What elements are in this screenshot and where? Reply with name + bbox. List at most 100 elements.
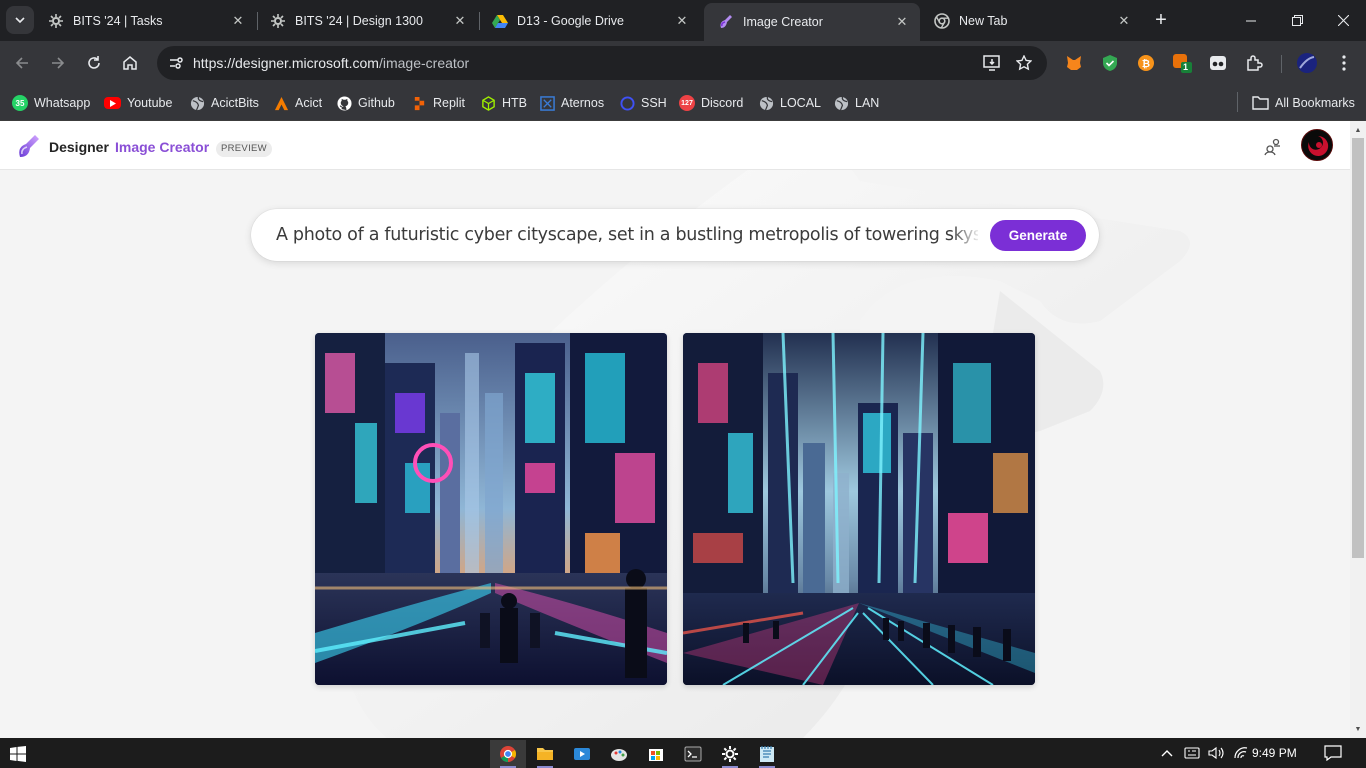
cyber-city-image-1 [315,333,667,685]
bitcoin-icon[interactable]: ₿ [1134,51,1158,75]
home-button[interactable] [116,49,144,77]
tab-google-drive[interactable]: D13 - Google Drive ✕ [478,5,700,36]
generate-button[interactable]: Generate [990,220,1086,251]
restore-button[interactable] [1274,0,1320,41]
shield-icon[interactable] [1098,51,1122,75]
generated-image-2[interactable] [683,333,1035,685]
gear-icon [48,13,64,29]
profile-avatar[interactable] [1295,51,1319,75]
bookmark-aternos[interactable]: Aternos [539,92,604,114]
bookmark-label: Github [358,96,395,110]
all-bookmarks-button[interactable]: All Bookmarks [1252,92,1355,114]
share-button[interactable] [1262,136,1284,158]
reader-icon[interactable] [1206,51,1230,75]
install-app-icon[interactable] [979,50,1005,76]
forward-button[interactable] [44,49,72,77]
chrome-icon [934,12,950,29]
chrome-icon [500,746,517,763]
scroll-up-arrow-icon[interactable]: ▲ [1350,122,1366,138]
wifi-icon[interactable] [1232,744,1250,762]
tab-title: Image Creator [743,15,823,29]
bookmark-htb[interactable]: HTB [480,92,527,114]
metamask-icon[interactable] [1062,51,1086,75]
designer-logo-icon[interactable] [16,133,42,159]
arrow-left-icon [15,57,28,69]
bookmark-label: AcictBits [211,96,259,110]
close-window-button[interactable] [1320,0,1366,41]
bookmark-acictbits[interactable]: AcictBits [189,92,259,114]
prompt-input[interactable]: A photo of a futuristic cyber cityscape,… [276,225,978,245]
toolbar-divider [1281,55,1282,73]
close-icon[interactable]: ✕ [894,14,910,30]
paint-palette-icon [611,749,627,761]
new-tab-button[interactable]: + [1150,9,1172,31]
volume-icon[interactable] [1207,744,1225,762]
taskbar-store[interactable] [638,740,674,768]
terminal-icon [684,746,702,762]
bookmark-youtube[interactable]: Youtube [104,92,172,114]
close-icon [1337,15,1349,26]
back-button[interactable] [8,49,36,77]
bookmark-star-icon[interactable] [1011,50,1037,76]
start-button[interactable] [0,740,36,768]
minimize-button[interactable] [1228,0,1274,41]
close-icon[interactable]: ✕ [1116,13,1132,29]
input-language-icon[interactable] [1183,744,1201,762]
designer-brand[interactable]: Designer [49,139,109,155]
menu-kebab-icon[interactable] [1332,51,1356,75]
notification-icon[interactable] [1323,744,1343,762]
gear-icon [722,746,738,762]
tab-search-button[interactable] [6,6,34,34]
generated-image-1[interactable] [315,333,667,685]
taskbar-notepad[interactable] [749,740,785,768]
address-bar[interactable]: https://designer.microsoft.com/image-cre… [157,46,1047,80]
bookmark-replit[interactable]: Replit [411,92,465,114]
taskbar-file-explorer[interactable] [527,740,563,768]
whatsapp-icon: 35 [12,95,28,111]
discord-badge: 127 [681,99,693,107]
github-icon [336,95,352,111]
bookmark-github[interactable]: Github [336,92,395,114]
tab-bits-tasks[interactable]: BITS '24 | Tasks ✕ [34,5,256,36]
bookmark-local[interactable]: LOCAL [758,92,821,114]
bookmark-whatsapp[interactable]: 35 Whatsapp [12,92,90,114]
prompt-bar: A photo of a futuristic cyber cityscape,… [251,209,1099,261]
close-icon[interactable]: ✕ [674,13,690,29]
media-player-icon [574,748,590,760]
bookmark-label: SSH [641,96,667,110]
taskbar-terminal[interactable] [675,740,711,768]
tab-image-creator[interactable]: Image Creator ✕ [704,3,920,41]
discord-icon: 127 [679,95,695,111]
cyber-city-image-2 [683,333,1035,685]
bookmark-acict[interactable]: Acict [273,92,322,114]
taskbar-media[interactable] [564,740,600,768]
taskbar-snipping[interactable] [601,740,637,768]
scroll-down-arrow-icon[interactable]: ▼ [1350,721,1366,737]
page-viewport: Designer Image Creator PREVIEW A photo o… [0,121,1350,738]
taskbar-chrome[interactable] [490,740,526,768]
reload-button[interactable] [80,49,108,77]
bookmark-label: Replit [433,96,465,110]
bookmark-ssh[interactable]: SSH [619,92,667,114]
url-host: https://designer.microsoft.com [193,55,379,71]
image-creator-title[interactable]: Image Creator [115,139,209,155]
puzzle-piece-icon[interactable] [1242,51,1266,75]
bookmark-discord[interactable]: 127 Discord [679,92,743,114]
extension-badge-icon[interactable]: 1 [1170,51,1194,75]
taskbar-settings[interactable] [712,740,748,768]
close-icon[interactable]: ✕ [452,13,468,29]
tab-bits-design[interactable]: BITS '24 | Design 1300 ✕ [256,5,478,36]
user-avatar[interactable] [1301,129,1333,161]
bookmark-label: LAN [855,96,880,110]
tray-chevron-up-icon[interactable] [1160,744,1174,762]
designer-icon [718,14,734,30]
folder-icon [1252,95,1269,111]
scrollbar-thumb[interactable] [1352,138,1364,558]
plus-icon: + [1155,8,1167,31]
close-icon[interactable]: ✕ [230,13,246,29]
bookmark-lan[interactable]: LAN [833,92,879,114]
tab-new-tab[interactable]: New Tab ✕ [920,5,1142,36]
site-info-icon[interactable] [161,48,191,78]
taskbar-clock[interactable]: 9:49 PM [1252,746,1297,760]
extension-badge-count: 1 [1183,62,1189,72]
